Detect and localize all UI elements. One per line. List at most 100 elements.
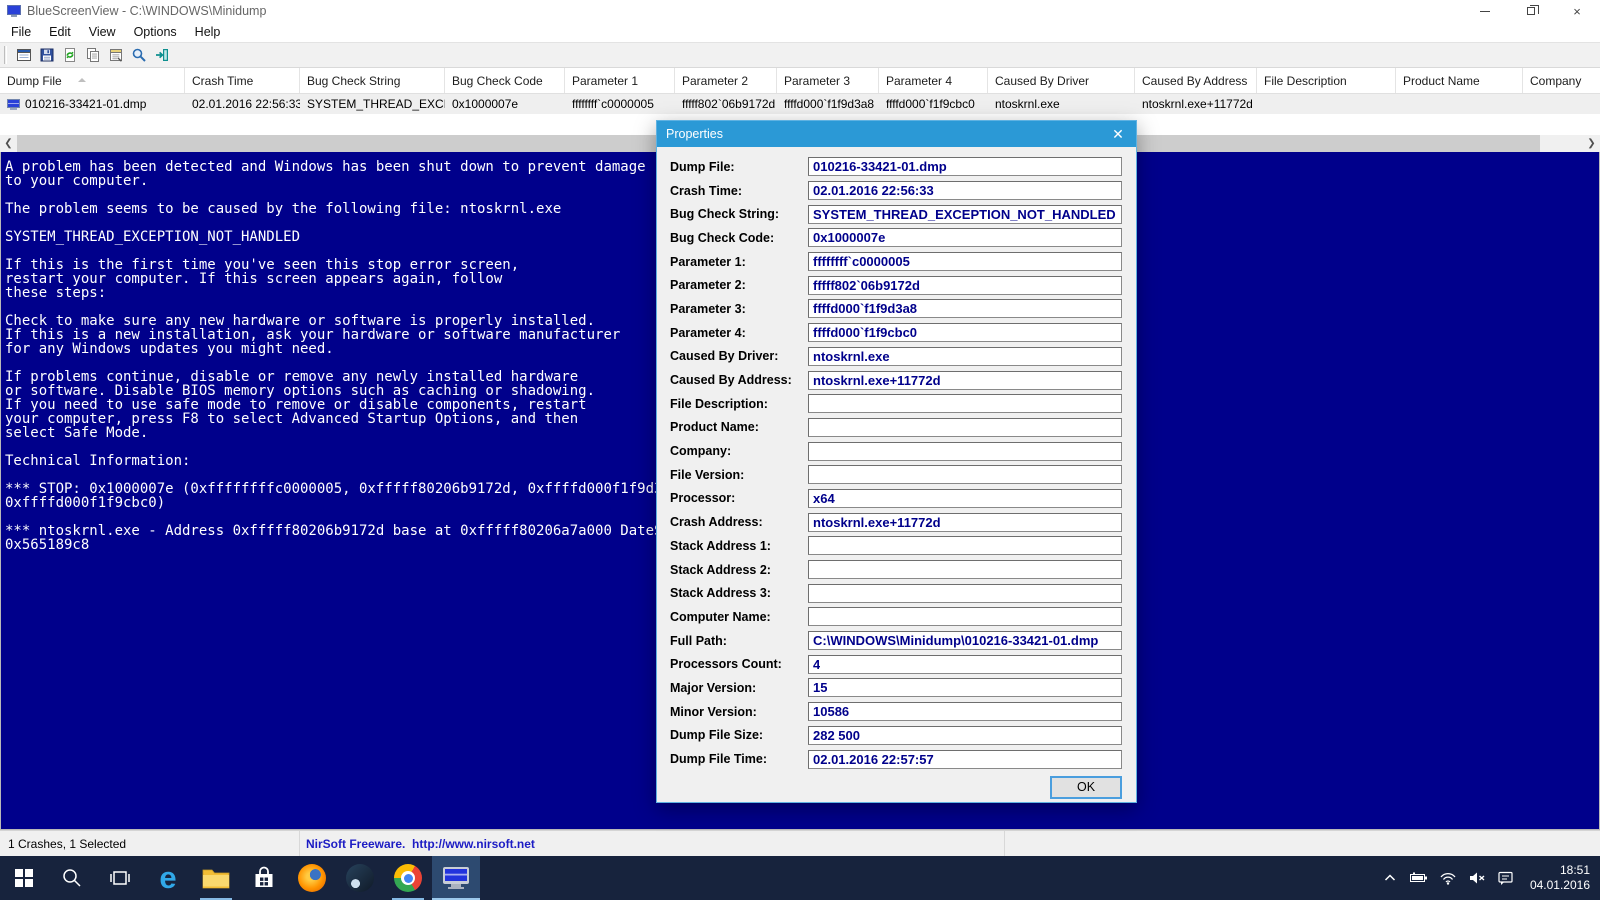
cell-bug-check-code: 0x1000007e [445, 97, 565, 111]
field-label: Crash Address: [670, 515, 763, 530]
field-value-box-caused-by-address[interactable]: ntoskrnl.exe+11772d [808, 370, 1122, 390]
refresh-button[interactable] [58, 44, 81, 66]
column-header-file-description[interactable]: File Description [1257, 68, 1396, 93]
column-label: Bug Check Code [452, 73, 543, 88]
column-header-parameter-3[interactable]: Parameter 3 [777, 68, 879, 93]
battery-icon[interactable] [1408, 864, 1430, 892]
field-value-box-parameter-4[interactable]: ffffd000`f1f9cbc0 [808, 323, 1122, 343]
dialog-title: Properties [666, 127, 723, 141]
field-value-box-dump-file-time[interactable]: 02.01.2016 22:57:57 [808, 749, 1122, 769]
column-header-product-name[interactable]: Product Name [1396, 68, 1523, 93]
volume-muted-icon[interactable] [1466, 864, 1488, 892]
menu-edit[interactable]: Edit [40, 23, 80, 41]
field-value-box-computer-name[interactable] [808, 607, 1122, 627]
taskbar-chrome[interactable] [384, 856, 432, 900]
menu-help[interactable]: Help [186, 23, 230, 41]
field-value-box-processors-count[interactable]: 4 [808, 654, 1122, 674]
column-header-parameter-1[interactable]: Parameter 1 [565, 68, 675, 93]
field-value-box-company[interactable] [808, 441, 1122, 461]
column-header-caused-by-driver[interactable]: Caused By Driver [988, 68, 1135, 93]
scroll-right-arrow[interactable]: ❯ [1583, 135, 1600, 152]
field-value-box-processor[interactable]: x64 [808, 488, 1122, 508]
field-value-box-stack-address-3[interactable] [808, 583, 1122, 603]
cell-parameter-1: ffffffff`c0000005 [565, 97, 675, 111]
taskbar-edge[interactable]: e [144, 856, 192, 900]
field-value-box-file-description[interactable] [808, 394, 1122, 414]
window-title: BlueScreenView - C:\WINDOWS\Minidump [27, 4, 267, 18]
column-header-crash-time[interactable]: Crash Time [185, 68, 300, 93]
chrome-icon [394, 864, 422, 892]
field-value-box-parameter-3[interactable]: ffffd000`f1f9d3a8 [808, 299, 1122, 319]
hidden-icons-chevron-icon[interactable] [1379, 864, 1401, 892]
field-label: Caused By Address: [670, 373, 792, 388]
field-label: Stack Address 3: [670, 586, 771, 601]
close-button[interactable]: × [1554, 0, 1600, 22]
copy-button[interactable] [81, 44, 104, 66]
toolbar-gripper [4, 46, 7, 64]
field-value-box-crash-time[interactable]: 02.01.2016 22:56:33 [808, 181, 1122, 201]
field-value-box-parameter-1[interactable]: ffffffff`c0000005 [808, 252, 1122, 272]
dump-file-icon [7, 98, 20, 110]
taskbar-steam[interactable] [336, 856, 384, 900]
save-button[interactable] [35, 44, 58, 66]
find-button[interactable] [127, 44, 150, 66]
field-value-box-dump-file[interactable]: 010216-33421-01.dmp [808, 157, 1122, 177]
taskbar-start[interactable] [0, 856, 48, 900]
screen: BlueScreenView - C:\WINDOWS\Minidump × F… [0, 0, 1600, 900]
field-value-box-crash-address[interactable]: ntoskrnl.exe+11772d [808, 512, 1122, 532]
menu-options[interactable]: Options [125, 23, 186, 41]
menu-view[interactable]: View [80, 23, 125, 41]
open-report-button[interactable] [12, 44, 35, 66]
column-header-parameter-2[interactable]: Parameter 2 [675, 68, 777, 93]
field-value-box-file-version[interactable] [808, 465, 1122, 485]
taskbar-clock[interactable]: 18:51 04.01.2016 [1524, 863, 1590, 893]
column-header-bug-check-code[interactable]: Bug Check Code [445, 68, 565, 93]
field-value-box-bug-check-code[interactable]: 0x1000007e [808, 228, 1122, 248]
action-center-icon[interactable] [1495, 864, 1517, 892]
column-header-dump-file[interactable]: Dump File [0, 68, 185, 93]
open-report-icon [16, 49, 31, 61]
file-explorer-icon [202, 869, 230, 889]
steam-icon [346, 864, 374, 892]
minimize-button[interactable] [1462, 0, 1508, 22]
wifi-icon[interactable] [1437, 864, 1459, 892]
dialog-close-button[interactable]: ✕ [1100, 121, 1136, 147]
field-value-box-major-version[interactable]: 15 [808, 678, 1122, 698]
field-value-box-minor-version[interactable]: 10586 [808, 702, 1122, 722]
table-row[interactable]: 010216-33421-01.dmp 02.01.2016 22:56:33 SY… [0, 94, 1600, 114]
properties-button[interactable] [104, 44, 127, 66]
field-label: Bug Check Code: [670, 230, 775, 245]
dialog-field-product-name: Product Name: [657, 416, 1136, 440]
taskbar-search[interactable] [48, 856, 96, 900]
column-header-caused-by-address[interactable]: Caused By Address [1135, 68, 1257, 93]
menu-file[interactable]: File [2, 23, 40, 41]
field-value-box-stack-address-1[interactable] [808, 536, 1122, 556]
column-header-parameter-4[interactable]: Parameter 4 [879, 68, 988, 93]
taskbar-bluescreenview[interactable] [432, 856, 480, 900]
nirsoft-link[interactable]: NirSoft Freeware. http://www.nirsoft.net [306, 837, 535, 851]
properties-dialog: Properties ✕ Dump File: 010216-33421-01.d… [656, 120, 1137, 803]
field-value-box-dump-file-size[interactable]: 282 500 [808, 725, 1122, 745]
taskbar-file-explorer[interactable] [192, 856, 240, 900]
field-value-box-full-path[interactable]: C:\WINDOWS\Minidump\010216-33421-01.dmp [808, 631, 1122, 651]
ok-button[interactable]: OK [1050, 775, 1122, 799]
taskbar-store[interactable] [240, 856, 288, 900]
dialog-field-parameter-3: Parameter 3: ffffd000`f1f9d3a8 [657, 297, 1136, 321]
restore-icon [1527, 5, 1539, 15]
taskbar-firefox[interactable] [288, 856, 336, 900]
column-header-bug-check-string[interactable]: Bug Check String [300, 68, 445, 93]
taskbar-task-view[interactable] [96, 856, 144, 900]
dialog-field-file-description: File Description: [657, 392, 1136, 416]
column-header-company[interactable]: Company [1523, 68, 1600, 93]
column-label: Dump File [7, 73, 62, 88]
field-value-box-product-name[interactable] [808, 417, 1122, 437]
field-value-box-parameter-2[interactable]: fffff802`06b9172d [808, 275, 1122, 295]
field-value-box-caused-by-driver[interactable]: ntoskrnl.exe [808, 346, 1122, 366]
restore-button[interactable] [1508, 0, 1554, 22]
field-value-box-bug-check-string[interactable]: SYSTEM_THREAD_EXCEPTION_NOT_HANDLED [808, 204, 1122, 224]
field-value-box-stack-address-2[interactable] [808, 560, 1122, 580]
exit-button[interactable] [150, 44, 173, 66]
cell-text: 02.01.2016 22:56:33 [192, 97, 300, 111]
scroll-left-arrow[interactable]: ❮ [0, 135, 17, 152]
dialog-field-caused-by-driver: Caused By Driver: ntoskrnl.exe [657, 345, 1136, 369]
